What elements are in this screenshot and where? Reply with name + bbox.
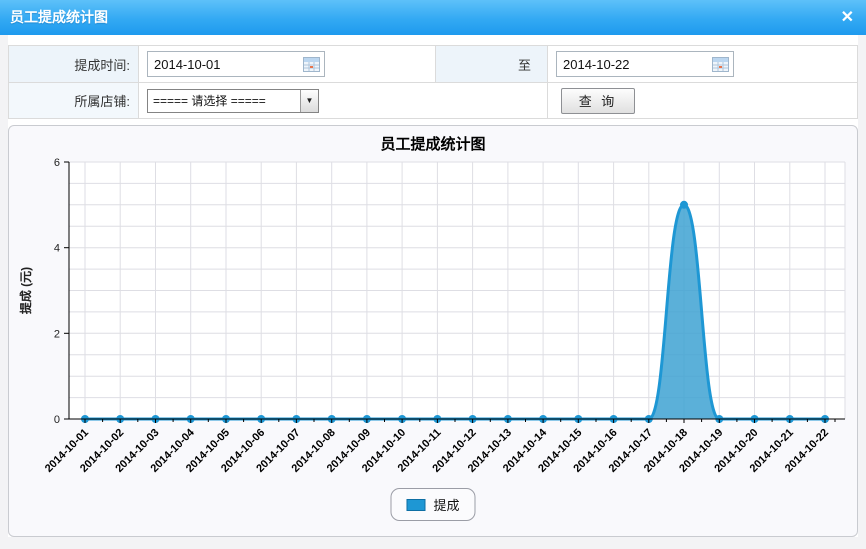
chart-panel: 员工提成统计图 02462014-10-012014-10-022014-10-… (8, 125, 858, 537)
date-from-cell (139, 46, 436, 82)
filter-row-store: 所属店铺: ===== 请选择 ===== ▼ 查 询 (9, 82, 857, 118)
legend-swatch-icon (406, 499, 425, 511)
store-select[interactable]: ===== 请选择 ===== ▼ (147, 89, 319, 113)
y-axis-labels: 0 2 4 6 (54, 157, 60, 426)
dialog-titlebar: 员工提成统计图 ✕ (0, 0, 866, 35)
filter-form: 提成时间: 至 (8, 45, 858, 119)
date-to-input[interactable] (557, 57, 712, 72)
legend-label: 提成 (433, 495, 459, 514)
data-point (680, 201, 688, 209)
query-cell: 查 询 (548, 83, 857, 118)
x-axis-labels: 2014-10-012014-10-022014-10-032014-10-04… (43, 426, 831, 475)
svg-text:4: 4 (54, 243, 60, 255)
commission-time-label: 提成时间: (9, 46, 139, 82)
date-from-input[interactable] (148, 57, 303, 72)
store-label: 所属店铺: (9, 83, 139, 118)
y-axis-title: 提成 (元) (18, 267, 33, 314)
svg-text:6: 6 (54, 157, 60, 169)
calendar-icon[interactable] (712, 57, 729, 72)
store-select-cell: ===== 请选择 ===== ▼ (139, 83, 548, 118)
chevron-down-icon[interactable]: ▼ (300, 90, 318, 112)
close-icon[interactable]: ✕ (841, 0, 854, 35)
filter-row-dates: 提成时间: 至 (9, 46, 857, 82)
dialog-title: 员工提成统计图 (0, 0, 866, 35)
date-from-box (147, 51, 325, 77)
chart-legend: 提成 (390, 488, 475, 521)
svg-text:0: 0 (54, 414, 60, 426)
calendar-icon[interactable] (303, 57, 320, 72)
date-to-cell (548, 46, 857, 82)
query-button[interactable]: 查 询 (561, 88, 635, 114)
commission-chart: 0 2 4 6 2014-10-012014-10-022014-10-032014-1… (9, 126, 855, 534)
store-select-value: ===== 请选择 ===== (148, 92, 300, 109)
svg-text:2: 2 (54, 328, 60, 340)
date-to-box (556, 51, 734, 77)
commission-stats-dialog: 员工提成统计图 ✕ 提成时间: (0, 0, 866, 549)
to-label: 至 (436, 46, 548, 82)
